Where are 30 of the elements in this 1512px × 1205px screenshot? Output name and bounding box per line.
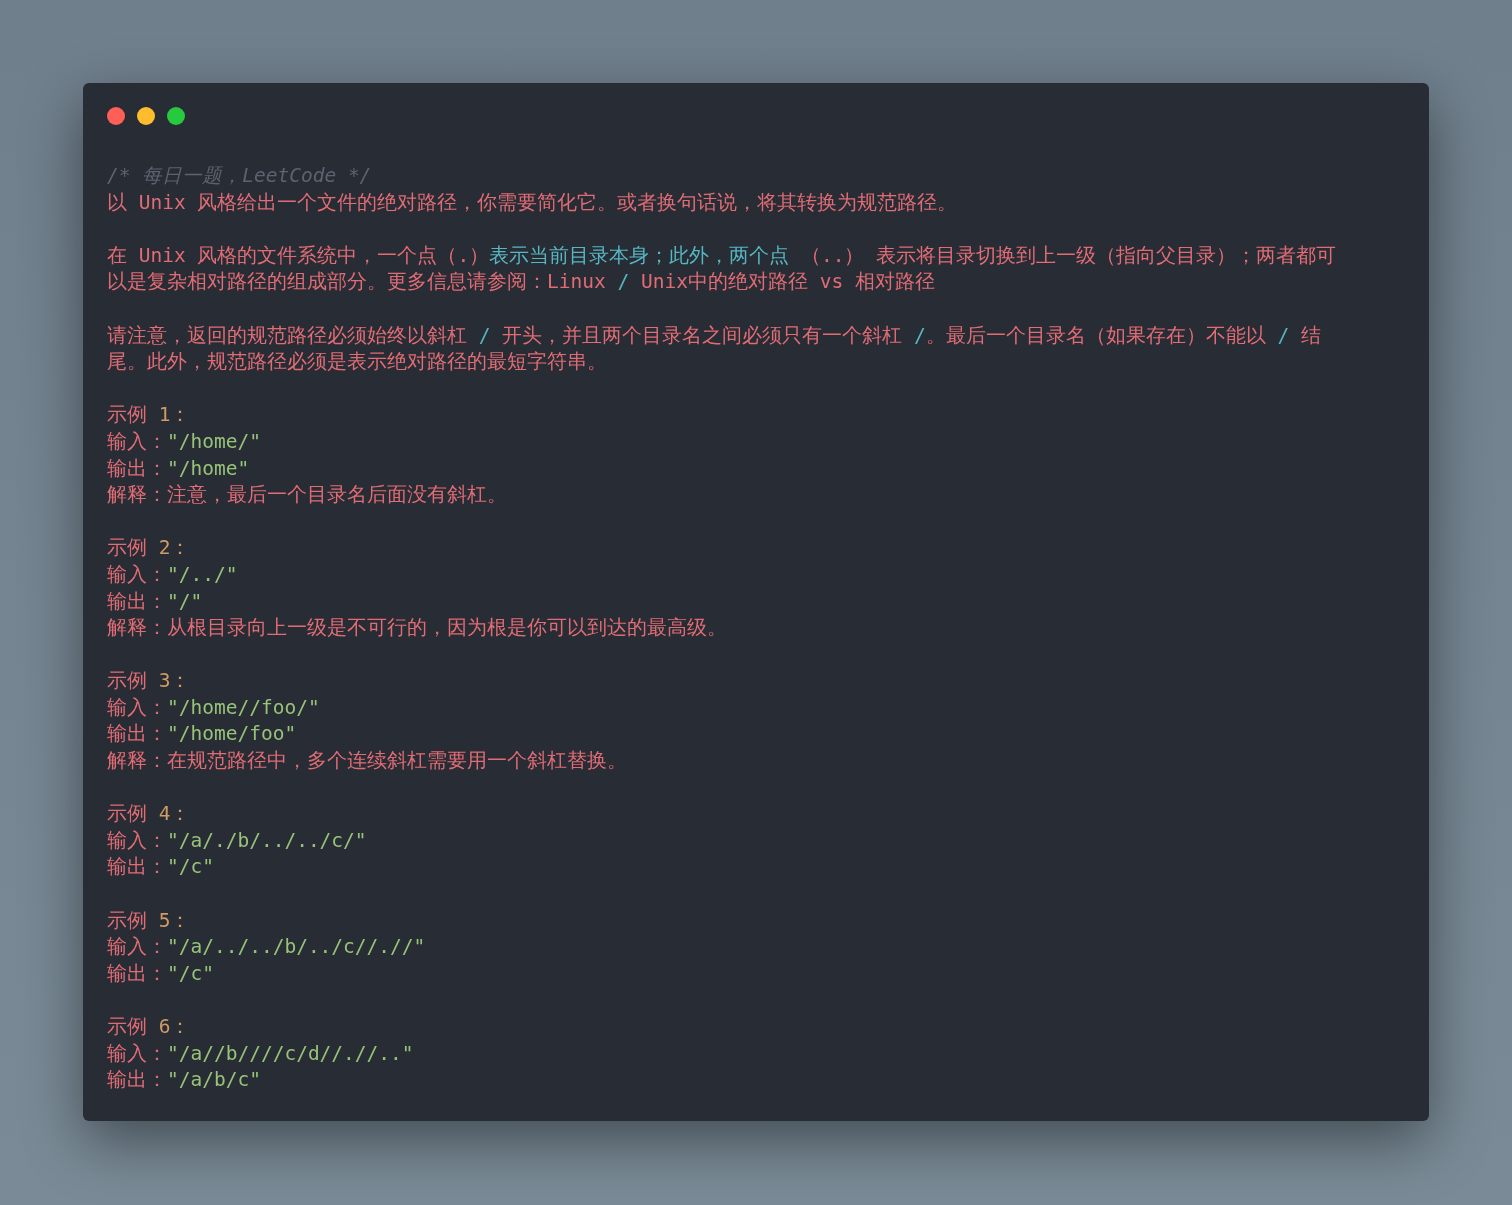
code-line: 输出："/home" bbox=[107, 455, 250, 482]
code-line: 输出："/" bbox=[107, 588, 203, 615]
code-line: 解释：从根目录向上一级是不可行的，因为根是你可以到达的最高级。 bbox=[107, 615, 727, 642]
code-line: 输入："/home/" bbox=[107, 428, 261, 455]
code-line: 输出："/home/foo" bbox=[107, 721, 297, 748]
code-line: 输入："/home//foo/" bbox=[107, 694, 320, 721]
code-line: 输出："/c" bbox=[107, 960, 214, 987]
code-line: 解释：在规范路径中，多个连续斜杠需要用一个斜杠替换。 bbox=[107, 748, 627, 775]
close-button[interactable] bbox=[107, 107, 125, 125]
code-comment: /* 每日一题，LeetCode */ bbox=[107, 163, 372, 189]
code-line: 示例 4： bbox=[107, 801, 191, 828]
code-line: 示例 1： bbox=[107, 402, 191, 429]
code-line: 尾。此外，规范路径必须是表示绝对路径的最短字符串。 bbox=[107, 349, 607, 376]
code-line: 示例 5： bbox=[107, 907, 191, 934]
code-line: 请注意，返回的规范路径必须始终以斜杠 / 开头，并且两个目录名之间必须只有一个斜杠 /。最后一个目录名（如果存在）不能以 / 结 bbox=[107, 322, 1321, 349]
code-line: 示例 3： bbox=[107, 668, 191, 695]
code-line: 输入："/a/../../b/../c//.//" bbox=[107, 934, 426, 961]
code-line: 输入："/a//b////c/d//.//.." bbox=[107, 1040, 414, 1067]
code-line: 在 Unix 风格的文件系统中，一个点（.）表示当前目录本身；此外，两个点 （..） 表示将目录切换到上一级（指向父目录）；两者都可 bbox=[107, 242, 1337, 269]
zoom-button[interactable] bbox=[167, 107, 185, 125]
code-line: 输出："/a/b/c" bbox=[107, 1067, 261, 1094]
minimize-button[interactable] bbox=[137, 107, 155, 125]
code-line: 输入："/a/./b/../../c/" bbox=[107, 827, 367, 854]
code-line: 示例 2： bbox=[107, 535, 191, 562]
code-line: 以 Unix 风格给出一个文件的绝对路径，你需要简化它。或者换句话说，将其转换为规范路径。 bbox=[107, 189, 958, 216]
code-line: 解释：注意，最后一个目录名后面没有斜杠。 bbox=[107, 482, 507, 509]
code-line: 示例 6： bbox=[107, 1014, 191, 1040]
code-line: 输入："/../" bbox=[107, 561, 238, 588]
code-line: 输出："/c" bbox=[107, 854, 214, 881]
code-line: 以是复杂相对路径的组成部分。更多信息请参阅：Linux / Unix中的绝对路径 vs 相对路径 bbox=[107, 269, 935, 296]
